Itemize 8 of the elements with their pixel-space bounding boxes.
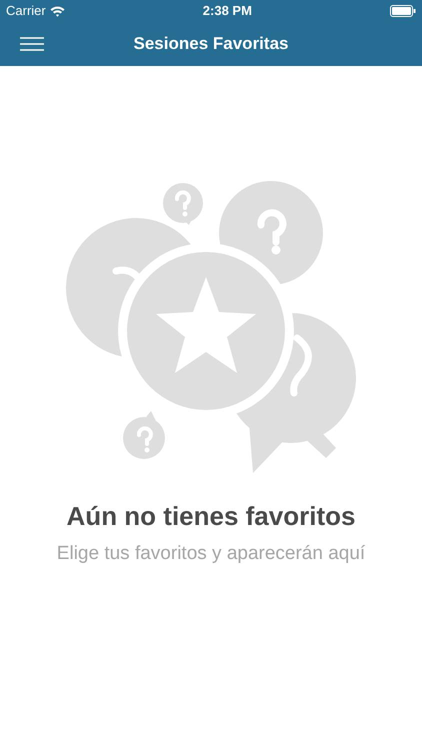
wifi-icon <box>50 6 65 16</box>
battery-icon <box>390 5 416 17</box>
screen-title: Sesiones Favoritas <box>134 33 288 56</box>
empty-state-title: Aún no tienes favoritos <box>66 500 356 533</box>
carrier-label: Carrier <box>6 2 46 20</box>
empty-state-message: Elige tus favoritos y aparecerán aquí <box>56 542 366 566</box>
status-time: 2:38 PM <box>202 2 252 20</box>
menu-icon[interactable] <box>20 37 44 51</box>
